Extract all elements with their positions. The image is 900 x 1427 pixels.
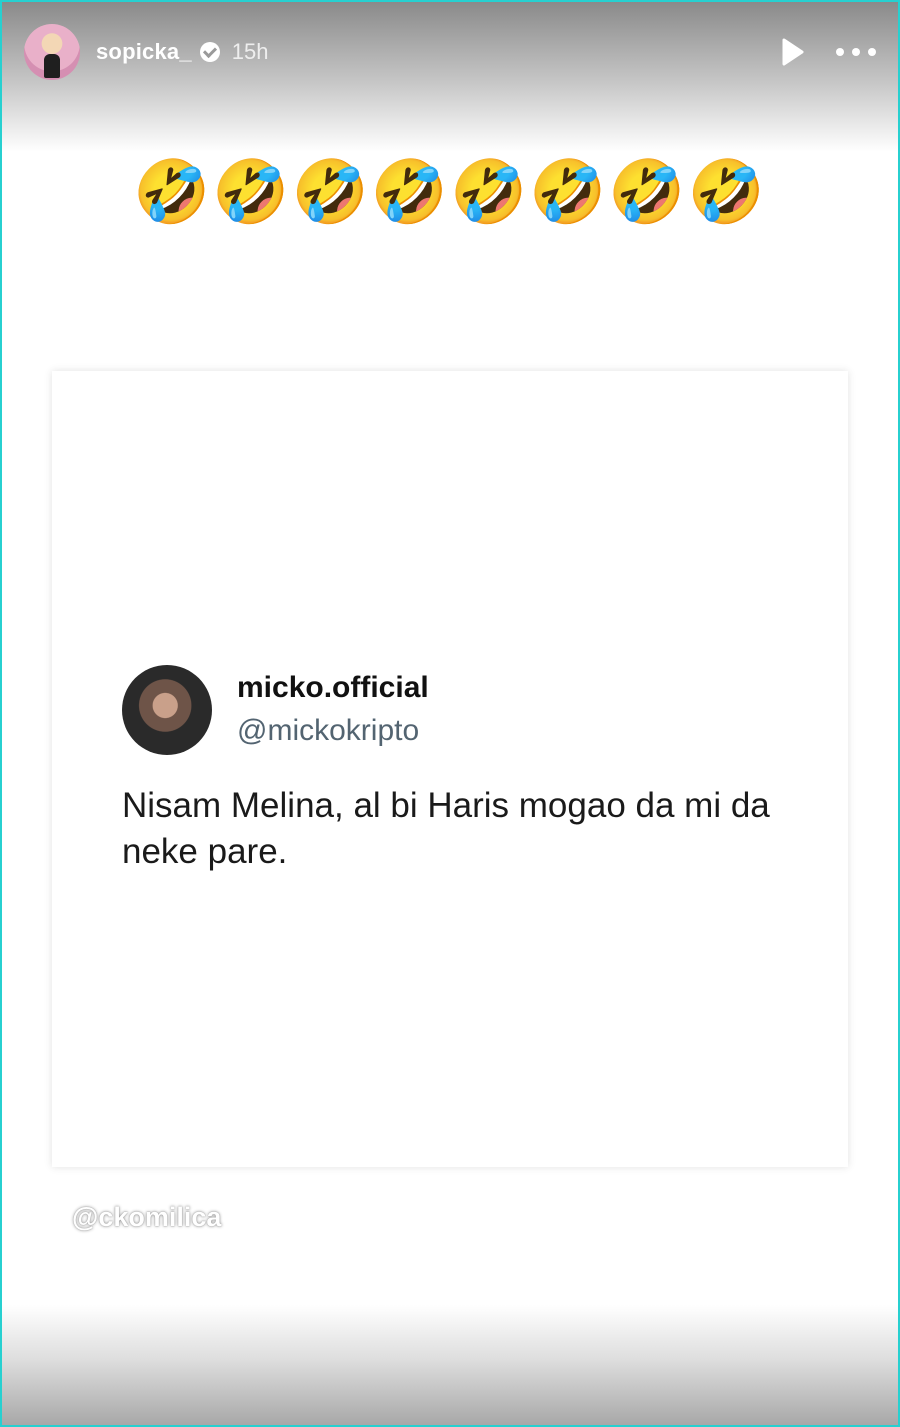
tweet-handle: @mickokripto — [237, 714, 420, 747]
more-dot — [836, 48, 844, 56]
emoji-caption: 🤣🤣🤣🤣🤣🤣🤣🤣 — [133, 155, 767, 228]
story-viewer: sopicka_ 15h 🤣🤣🤣🤣🤣🤣🤣🤣 micko.official @mi… — [0, 0, 900, 1427]
more-dot — [868, 48, 876, 56]
tweet-text: Nisam Melina, al bi Haris mogao da mi da… — [122, 786, 770, 871]
bottom-gradient — [2, 1305, 898, 1425]
avatar[interactable] — [24, 24, 80, 80]
timestamp: 15h — [231, 39, 269, 64]
watermark-mention[interactable]: @ckomilica — [72, 1202, 221, 1233]
more-dot — [852, 48, 860, 56]
play-icon — [782, 38, 804, 66]
verified-badge-icon — [199, 42, 220, 62]
avatar-figure — [44, 54, 60, 78]
more-options-button[interactable] — [836, 37, 876, 67]
username[interactable]: sopicka_ — [96, 39, 192, 65]
tweet-card: micko.official @mickokripto Nisam Melina… — [52, 371, 848, 1167]
tweet-display-name: micko.official — [237, 671, 429, 704]
tweet-avatar — [122, 665, 212, 755]
story-header: sopicka_ 15h — [24, 22, 876, 82]
play-button[interactable] — [778, 37, 808, 67]
